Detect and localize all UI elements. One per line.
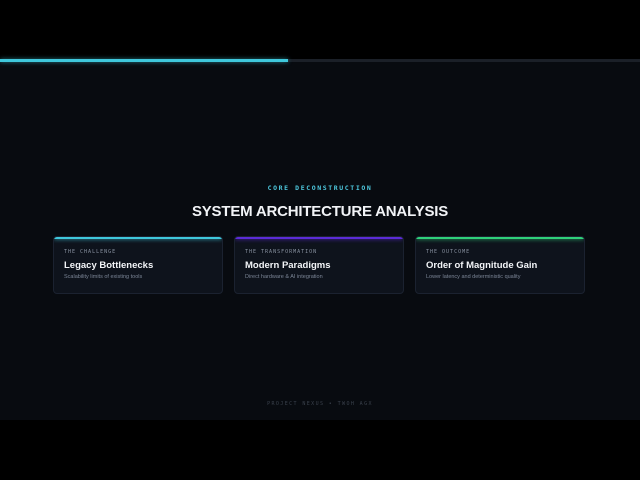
slide-title: SYSTEM ARCHITECTURE ANALYSIS: [191, 203, 449, 220]
card-label: THE CHALLENGE: [64, 249, 117, 255]
card-accent-bar: [416, 237, 584, 239]
card-label: THE TRANSFORMATION: [245, 249, 318, 255]
card-description: Direct hardware & AI integration: [245, 274, 323, 280]
card-description: Lower latency and deterministic quality: [426, 274, 521, 280]
card-heading: Modern Paradigms: [245, 260, 331, 271]
slide-progress-fill: [0, 59, 288, 62]
slide-progress-bar: [0, 59, 640, 62]
card-row: THE CHALLENGE Legacy Bottlenecks Scalabi…: [53, 236, 587, 296]
card-outcome: THE OUTCOME Order of Magnitude Gain Lowe…: [415, 236, 585, 294]
slide-eyebrow: CORE DECONSTRUCTION: [267, 184, 373, 192]
slide-stage: CORE DECONSTRUCTION SYSTEM ARCHITECTURE …: [0, 59, 640, 420]
card-heading: Legacy Bottlenecks: [64, 260, 154, 271]
card-challenge: THE CHALLENGE Legacy Bottlenecks Scalabi…: [53, 236, 223, 294]
card-heading: Order of Magnitude Gain: [426, 260, 538, 271]
card-accent-bar: [235, 237, 403, 239]
card-label: THE OUTCOME: [426, 249, 471, 255]
slide-footer: PROJECT NEXUS • TWOH AGX: [267, 401, 373, 407]
card-accent-bar: [54, 237, 222, 239]
card-transformation: THE TRANSFORMATION Modern Paradigms Dire…: [234, 236, 404, 294]
card-description: Scalability limits of existing tools: [64, 274, 143, 280]
